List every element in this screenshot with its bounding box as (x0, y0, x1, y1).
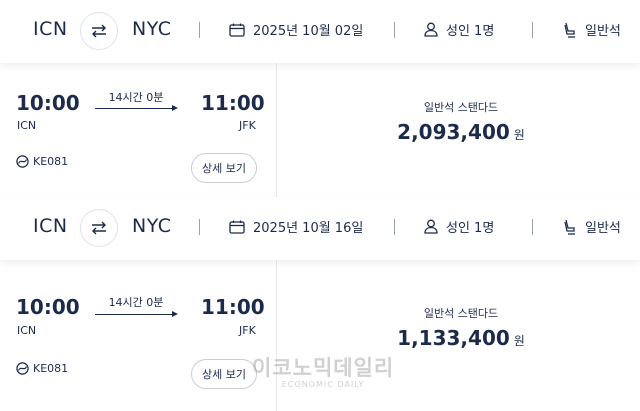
seat-icon (564, 219, 575, 235)
seat-icon (564, 22, 575, 38)
airline-logo-icon (16, 362, 29, 375)
origin-code: ICN (33, 18, 68, 40)
arrow-right-icon (172, 311, 178, 317)
date-selector[interactable]: 2025년 10월 16일 (229, 217, 363, 236)
flight-number: KE081 (16, 362, 68, 375)
date-selector[interactable]: 2025년 10월 02일 (229, 20, 363, 39)
arrow-right-icon (172, 105, 178, 111)
divider (276, 63, 277, 197)
swap-icon (92, 24, 106, 38)
swap-icon (92, 221, 106, 235)
swap-route-button[interactable] (80, 209, 118, 247)
flight-number-label: KE081 (33, 155, 69, 168)
flight-duration: 14시간 0분 (108, 296, 164, 309)
origin-code: ICN (33, 215, 68, 237)
watermark-main-text: 이코노믹데일리 (252, 356, 395, 380)
fare-price[interactable]: 2,093,400 원 (341, 120, 581, 144)
divider (199, 219, 200, 235)
destination-code: NYC (132, 215, 172, 237)
cabin-label: 일반석 (585, 24, 621, 39)
departure-time: 10:00 (16, 295, 80, 319)
divider (394, 219, 395, 235)
fare-price[interactable]: 1,133,400 원 (341, 326, 581, 350)
fare-class-label: 일반석 스탠다드 (423, 307, 499, 320)
destination-code: NYC (132, 18, 172, 40)
route-line (95, 314, 173, 315)
cabin-selector[interactable]: 일반석 (563, 20, 621, 39)
arrival-airport: JFK (239, 119, 256, 132)
divider (532, 22, 533, 38)
airline-logo-icon (16, 155, 29, 168)
date-label: 2025년 10월 16일 (253, 221, 364, 236)
price-amount: 1,133,400 (397, 326, 510, 350)
divider (532, 219, 533, 235)
cabin-label: 일반석 (585, 221, 621, 236)
flight-result-card[interactable]: 10:00 ICN 14시간 0분 11:00 JFK KE081 상세 보기 … (0, 63, 640, 197)
flight-number-label: KE081 (33, 362, 69, 375)
passenger-selector[interactable]: 성인 1명 (424, 217, 494, 236)
route-line (95, 108, 173, 109)
search-summary-bar[interactable]: ICN NYC 2025년 10월 02일 성인 1명 일반석 (0, 0, 640, 63)
departure-airport: ICN (17, 324, 37, 337)
flight-number: KE081 (16, 155, 68, 168)
currency-label: 원 (513, 334, 525, 348)
watermark: 이코노믹데일리 ECONOMIC DAILY (252, 352, 394, 389)
price-amount: 2,093,400 (397, 120, 510, 144)
person-icon (424, 219, 438, 234)
passenger-selector[interactable]: 성인 1명 (424, 20, 494, 39)
divider (394, 22, 395, 38)
view-details-button[interactable]: 상세 보기 (191, 153, 257, 183)
cabin-selector[interactable]: 일반석 (563, 217, 621, 236)
fare-class-label: 일반석 스탠다드 (423, 101, 499, 114)
passenger-label: 성인 1명 (446, 24, 495, 39)
search-summary-bar[interactable]: ICN NYC 2025년 10월 16일 성인 1명 일반석 (0, 197, 640, 260)
swap-route-button[interactable] (80, 12, 118, 50)
calendar-icon (229, 23, 245, 37)
arrival-airport: JFK (239, 324, 256, 337)
passenger-label: 성인 1명 (446, 221, 495, 236)
arrival-time: 11:00 (201, 295, 265, 319)
date-label: 2025년 10월 02일 (253, 24, 364, 39)
currency-label: 원 (513, 128, 525, 142)
departure-airport: ICN (17, 119, 37, 132)
person-icon (424, 22, 438, 37)
divider (199, 22, 200, 38)
departure-time: 10:00 (16, 91, 80, 115)
calendar-icon (229, 220, 245, 234)
flight-duration: 14시간 0분 (108, 91, 164, 104)
view-details-button[interactable]: 상세 보기 (191, 359, 257, 389)
arrival-time: 11:00 (201, 91, 265, 115)
